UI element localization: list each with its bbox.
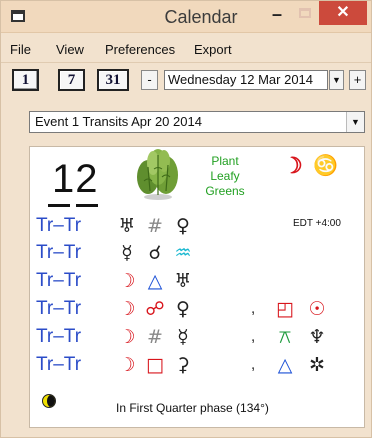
day-panel: 12 Plant Leafy Greens ☽ ♋ EDT +4:00 Tr–T… <box>29 146 365 428</box>
day-underline <box>76 204 98 207</box>
moon-icon: ☽ <box>118 354 136 376</box>
day-number: 12 <box>52 157 99 201</box>
event-dropdown-icon[interactable]: ▼ <box>346 112 364 132</box>
menu-divider <box>1 62 371 63</box>
plant-label-line: Plant <box>211 154 239 168</box>
transit-row: Tr–Tr ☽ △ ♅ <box>30 270 366 294</box>
maximize-icon <box>299 8 311 18</box>
quincunx-aspect-icon: ◰ <box>276 298 294 320</box>
trine-aspect-icon: △ <box>147 270 163 292</box>
mercury-icon: ☿ <box>177 326 189 348</box>
cancer-sign-icon: ♋ <box>313 155 338 177</box>
menu-view[interactable]: View <box>56 42 84 57</box>
venus-icon: ♀ <box>176 298 190 320</box>
transit-row: Tr–Tr ☽ □ ⚳ , △ ✲ <box>30 354 366 378</box>
mercury-icon: ☿ <box>121 242 133 264</box>
moon-icon: ☽ <box>118 326 136 348</box>
parallel-aspect-icon: # <box>147 215 163 237</box>
transit-label: Tr–Tr <box>36 215 82 236</box>
date-select[interactable]: Wednesday 12 Mar 2014 <box>164 70 328 90</box>
next-day-button[interactable]: + <box>349 70 366 90</box>
transit-row: Tr–Tr ♅ # ♀ <box>30 215 366 239</box>
event-select-value: Event 1 Transits Apr 20 2014 <box>35 114 202 129</box>
menu-bar: File View Preferences Export <box>1 39 371 61</box>
opposition-aspect-icon: ☍ <box>145 298 165 320</box>
close-button[interactable]: ✕ <box>319 1 367 25</box>
calendar-window: Calendar – ✕ File View Preferences Expor… <box>0 0 372 438</box>
sextile-aspect-icon: ⚻ <box>278 326 292 348</box>
uranus-icon: ♅ <box>174 270 192 292</box>
pluto-icon: ✲ <box>309 354 325 376</box>
plant-label: Plant Leafy Greens <box>200 154 250 199</box>
minimize-button[interactable]: – <box>264 3 290 25</box>
moon-icon: ☽ <box>283 153 303 178</box>
parallel-aspect-icon: # <box>147 326 163 348</box>
window-title: Calendar <box>164 7 238 27</box>
conjunction-aspect-icon: ☌ <box>148 242 162 264</box>
separator: , <box>251 300 256 317</box>
plant-label-line: Greens <box>205 184 245 198</box>
transit-label: Tr–Tr <box>36 354 82 375</box>
transit-row: Tr–Tr ☽ # ☿ , ⚻ ♆ <box>30 326 366 350</box>
title-bar[interactable]: Calendar – ✕ <box>1 1 371 33</box>
transit-label: Tr–Tr <box>36 298 82 319</box>
day-underline <box>48 204 70 207</box>
transit-row: Tr–Tr ☿ ☌ ♒ <box>30 242 366 266</box>
moon-phase-icon <box>42 394 56 408</box>
month-view-button[interactable]: 31 <box>97 69 129 91</box>
venus-icon: ♀ <box>176 215 190 237</box>
date-dropdown-icon[interactable]: ▼ <box>329 70 344 90</box>
juno-icon: ⚳ <box>176 354 190 376</box>
maximize-button[interactable] <box>294 5 316 23</box>
aquarius-icon: ♒ <box>174 242 192 264</box>
transit-row: Tr–Tr ☽ ☍ ♀ , ◰ ☉ <box>30 298 366 322</box>
moon-phase-text: In First Quarter phase (134°) <box>116 401 269 415</box>
toolbar: 1 7 31 - Wednesday 12 Mar 2014 ▼ + <box>1 67 371 93</box>
day-view-button[interactable]: 1 <box>12 69 39 91</box>
trine-aspect-icon: △ <box>277 354 293 376</box>
menu-export[interactable]: Export <box>194 42 232 57</box>
separator: , <box>251 328 256 345</box>
week-view-button[interactable]: 7 <box>58 69 85 91</box>
moon-icon: ☽ <box>118 298 136 320</box>
app-icon <box>11 10 25 22</box>
transit-label: Tr–Tr <box>36 270 82 291</box>
uranus-icon: ♅ <box>118 215 136 237</box>
square-aspect-icon: □ <box>146 354 164 376</box>
menu-preferences[interactable]: Preferences <box>105 42 175 57</box>
leafy-greens-icon <box>137 149 178 200</box>
event-select[interactable]: Event 1 Transits Apr 20 2014 ▼ <box>29 111 365 133</box>
menu-file[interactable]: File <box>10 42 31 57</box>
transit-label: Tr–Tr <box>36 326 82 347</box>
transit-label: Tr–Tr <box>36 242 82 263</box>
neptune-icon: ♆ <box>308 326 326 348</box>
moon-icon: ☽ <box>118 270 136 292</box>
sun-icon: ☉ <box>308 298 326 320</box>
plant-label-line: Leafy <box>210 169 240 183</box>
previous-day-button[interactable]: - <box>141 70 158 90</box>
separator: , <box>251 356 256 373</box>
